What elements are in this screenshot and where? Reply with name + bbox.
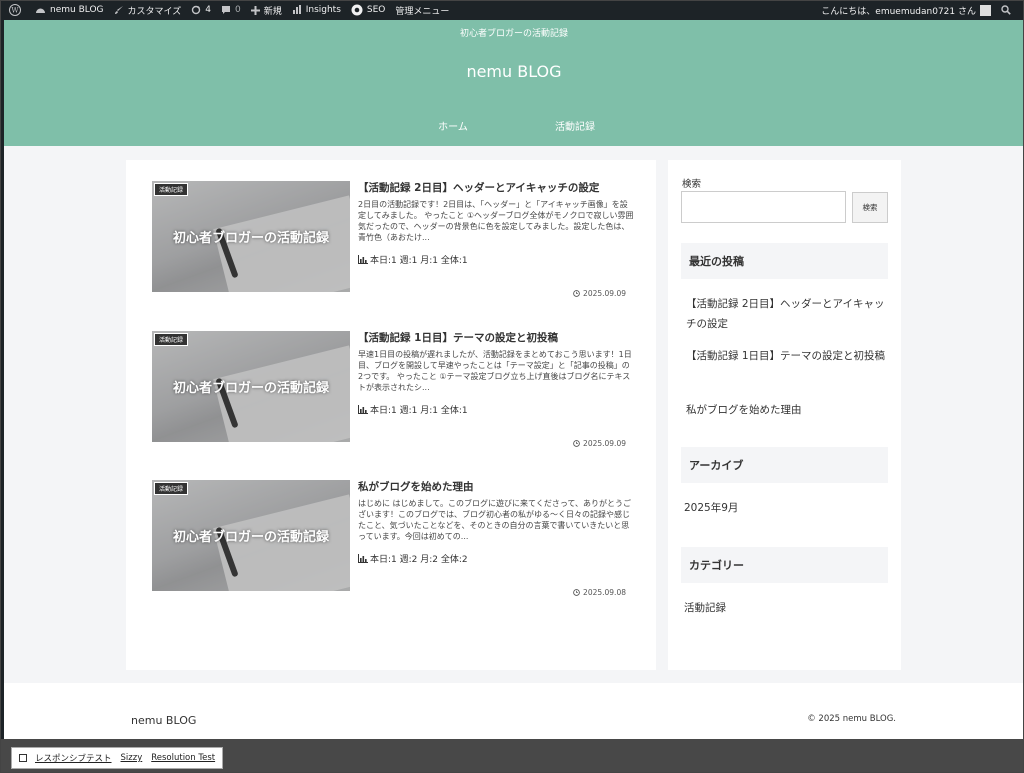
devtools-panel: レスポンシブテスト Sizzy Resolution Test bbox=[11, 747, 224, 769]
thumbnail-text: 初心者ブロガーの活動記録 bbox=[172, 231, 329, 246]
post-excerpt: 2日目の活動記録です！2日目は、「ヘッダー」と「アイキャッチ画像」を設定してみま… bbox=[358, 200, 634, 242]
dashboard-icon bbox=[36, 8, 45, 13]
copyright-text: © 2025 nemu BLOG. bbox=[807, 714, 896, 724]
post-excerpt: はじめに はじめまして。このブログに遊びに来てくださって、ありがとうございます！… bbox=[358, 499, 632, 541]
thumbnail-text: 初心者ブロガーの活動記録 bbox=[172, 530, 329, 545]
site-header: 初心者ブロガーの活動記録 nemu BLOG ホーム 活動記録 bbox=[4, 20, 1024, 146]
new-content-menu[interactable]: 新規 bbox=[246, 0, 287, 20]
new-label: 新規 bbox=[263, 6, 282, 17]
comments-count: 0 bbox=[234, 5, 241, 15]
admin-menu-link[interactable]: 管理メニュー bbox=[390, 0, 454, 20]
insights-link[interactable]: Insights bbox=[287, 0, 346, 20]
wordpress-logo-button[interactable]: W bbox=[4, 0, 30, 20]
clock-icon bbox=[573, 589, 580, 596]
post-thumbnail[interactable]: 初心者ブロガーの活動記録 活動記録 bbox=[152, 480, 350, 591]
comments-link[interactable]: 0 bbox=[216, 0, 246, 20]
updates-link[interactable]: 4 bbox=[186, 0, 216, 20]
clock-icon bbox=[573, 290, 580, 297]
post-date: 2025.09.09 bbox=[573, 439, 626, 448]
search-button[interactable]: 検索 bbox=[852, 192, 888, 223]
category-link[interactable]: 活動記録 bbox=[684, 598, 888, 618]
sizzy-link[interactable]: Sizzy bbox=[121, 753, 143, 763]
category-heading: カテゴリー bbox=[681, 547, 888, 583]
site-area: 初心者ブロガーの活動記録 nemu BLOG ホーム 活動記録 初心者ブロガーの… bbox=[4, 20, 1024, 739]
post-date-text: 2025.09.09 bbox=[583, 289, 626, 298]
view-count-text: 本日:1 週:1 月:1 全体:1 bbox=[370, 256, 468, 266]
post-date-text: 2025.09.08 bbox=[583, 588, 626, 597]
main-content: 初心者ブロガーの活動記録 活動記録 【活動記録 2日目】ヘッダーとアイキャッチの… bbox=[126, 160, 656, 670]
greeting-label: こんにちは、emuemudan0721 さん bbox=[821, 6, 976, 17]
wordpress-icon: W bbox=[9, 4, 21, 16]
brush-icon bbox=[114, 6, 123, 14]
updates-count: 4 bbox=[205, 5, 211, 15]
bar-chart-icon bbox=[358, 554, 368, 563]
seo-label: SEO bbox=[366, 5, 386, 15]
seo-gear-icon bbox=[351, 4, 363, 16]
nav-item-activity-log[interactable]: 活動記録 bbox=[520, 118, 630, 133]
thumbnail-text: 初心者ブロガーの活動記録 bbox=[172, 381, 329, 396]
bar-chart-icon bbox=[358, 405, 368, 414]
archive-heading: アーカイブ bbox=[681, 447, 888, 483]
category-label: 活動記録 bbox=[154, 333, 189, 346]
comment-icon bbox=[221, 6, 230, 14]
clock-icon bbox=[573, 440, 580, 447]
post-view-count: 本日:1 週:1 月:1 全体:1 bbox=[358, 253, 468, 266]
post-excerpt: 早速1日目の投稿が遅れましたが、活動記録をまとめておこう思います！1日目、ブログ… bbox=[358, 350, 632, 392]
sidebar: 検索 検索 最近の投稿 【活動記録 2日目】ヘッダーとアイキャッチの設定 【活動… bbox=[668, 160, 901, 670]
recent-post-link[interactable]: 【活動記録 1日目】テーマの設定と初投稿 bbox=[686, 346, 890, 366]
seo-menu[interactable]: SEO bbox=[346, 0, 390, 20]
site-tagline: 初心者ブロガーの活動記録 bbox=[459, 29, 568, 39]
post-title[interactable]: 【活動記録 1日目】テーマの設定と初投稿 bbox=[358, 331, 634, 345]
avatar bbox=[980, 4, 991, 16]
resolution-test-link[interactable]: Resolution Test bbox=[151, 753, 215, 763]
post-date: 2025.09.08 bbox=[573, 588, 626, 597]
archive-link[interactable]: 2025年9月 bbox=[684, 498, 888, 518]
post-view-count: 本日:1 週:1 月:1 全体:1 bbox=[358, 403, 468, 416]
category-label: 活動記録 bbox=[154, 482, 189, 495]
post-card[interactable]: 初心者ブロガーの活動記録 活動記録 【活動記録 1日目】テーマの設定と初投稿 早… bbox=[152, 331, 632, 451]
search-icon bbox=[1001, 5, 1011, 15]
responsive-square-icon bbox=[19, 754, 27, 762]
post-title[interactable]: 私がブログを始めた理由 bbox=[358, 480, 634, 494]
admin-menu-label: 管理メニュー bbox=[395, 6, 450, 17]
insights-label: Insights bbox=[305, 5, 341, 15]
footer-site-title[interactable]: nemu BLOG bbox=[131, 714, 196, 727]
post-title[interactable]: 【活動記録 2日目】ヘッダーとアイキャッチの設定 bbox=[358, 181, 634, 195]
post-thumbnail[interactable]: 初心者ブロガーの活動記録 活動記録 bbox=[152, 331, 350, 442]
site-name-menu[interactable]: nemu BLOG bbox=[30, 0, 109, 20]
bar-chart-icon bbox=[358, 255, 368, 264]
responsive-test-link[interactable]: レスポンシブテスト bbox=[35, 752, 112, 764]
recent-post-link[interactable]: 私がブログを始めた理由 bbox=[686, 400, 890, 420]
search-input[interactable] bbox=[681, 191, 846, 223]
nav-item-home[interactable]: ホーム bbox=[398, 118, 508, 133]
view-count-text: 本日:1 週:1 月:1 全体:1 bbox=[370, 406, 468, 416]
post-view-count: 本日:1 週:2 月:2 全体:2 bbox=[358, 552, 468, 565]
site-title-link[interactable]: nemu BLOG bbox=[4, 62, 1024, 81]
account-menu[interactable]: こんにちは、emuemudan0721 さん bbox=[816, 0, 996, 20]
customize-link[interactable]: カスタマイズ bbox=[109, 0, 187, 20]
bar-chart-icon bbox=[292, 5, 301, 14]
global-nav: ホーム 活動記録 bbox=[4, 118, 1024, 133]
devtools-toolbar: レスポンシブテスト Sizzy Resolution Test bbox=[0, 739, 1024, 773]
updates-icon bbox=[192, 5, 201, 15]
admin-search-button[interactable] bbox=[996, 0, 1020, 20]
post-date: 2025.09.09 bbox=[573, 289, 626, 298]
admin-bar: W nemu BLOG カスタマイズ 4 0 新規 Insights SEO 管… bbox=[0, 0, 1024, 20]
recent-posts-heading: 最近の投稿 bbox=[681, 243, 888, 279]
site-name-label: nemu BLOG bbox=[50, 5, 104, 15]
post-card[interactable]: 初心者ブロガーの活動記録 活動記録 【活動記録 2日目】ヘッダーとアイキャッチの… bbox=[152, 181, 634, 301]
post-thumbnail[interactable]: 初心者ブロガーの活動記録 活動記録 bbox=[152, 181, 350, 292]
recent-post-link[interactable]: 【活動記録 2日目】ヘッダーとアイキャッチの設定 bbox=[686, 294, 890, 334]
search-label: 検索 bbox=[682, 179, 702, 190]
post-date-text: 2025.09.09 bbox=[583, 439, 626, 448]
site-footer: nemu BLOG © 2025 nemu BLOG. bbox=[4, 683, 1024, 739]
plus-icon bbox=[250, 5, 260, 15]
category-label: 活動記録 bbox=[154, 183, 189, 196]
view-count-text: 本日:1 週:2 月:2 全体:2 bbox=[370, 555, 468, 565]
customize-label: カスタマイズ bbox=[127, 6, 182, 17]
post-card[interactable]: 初心者ブロガーの活動記録 活動記録 私がブログを始めた理由 はじめに はじめまし… bbox=[152, 480, 632, 600]
svg-text:W: W bbox=[11, 7, 19, 15]
